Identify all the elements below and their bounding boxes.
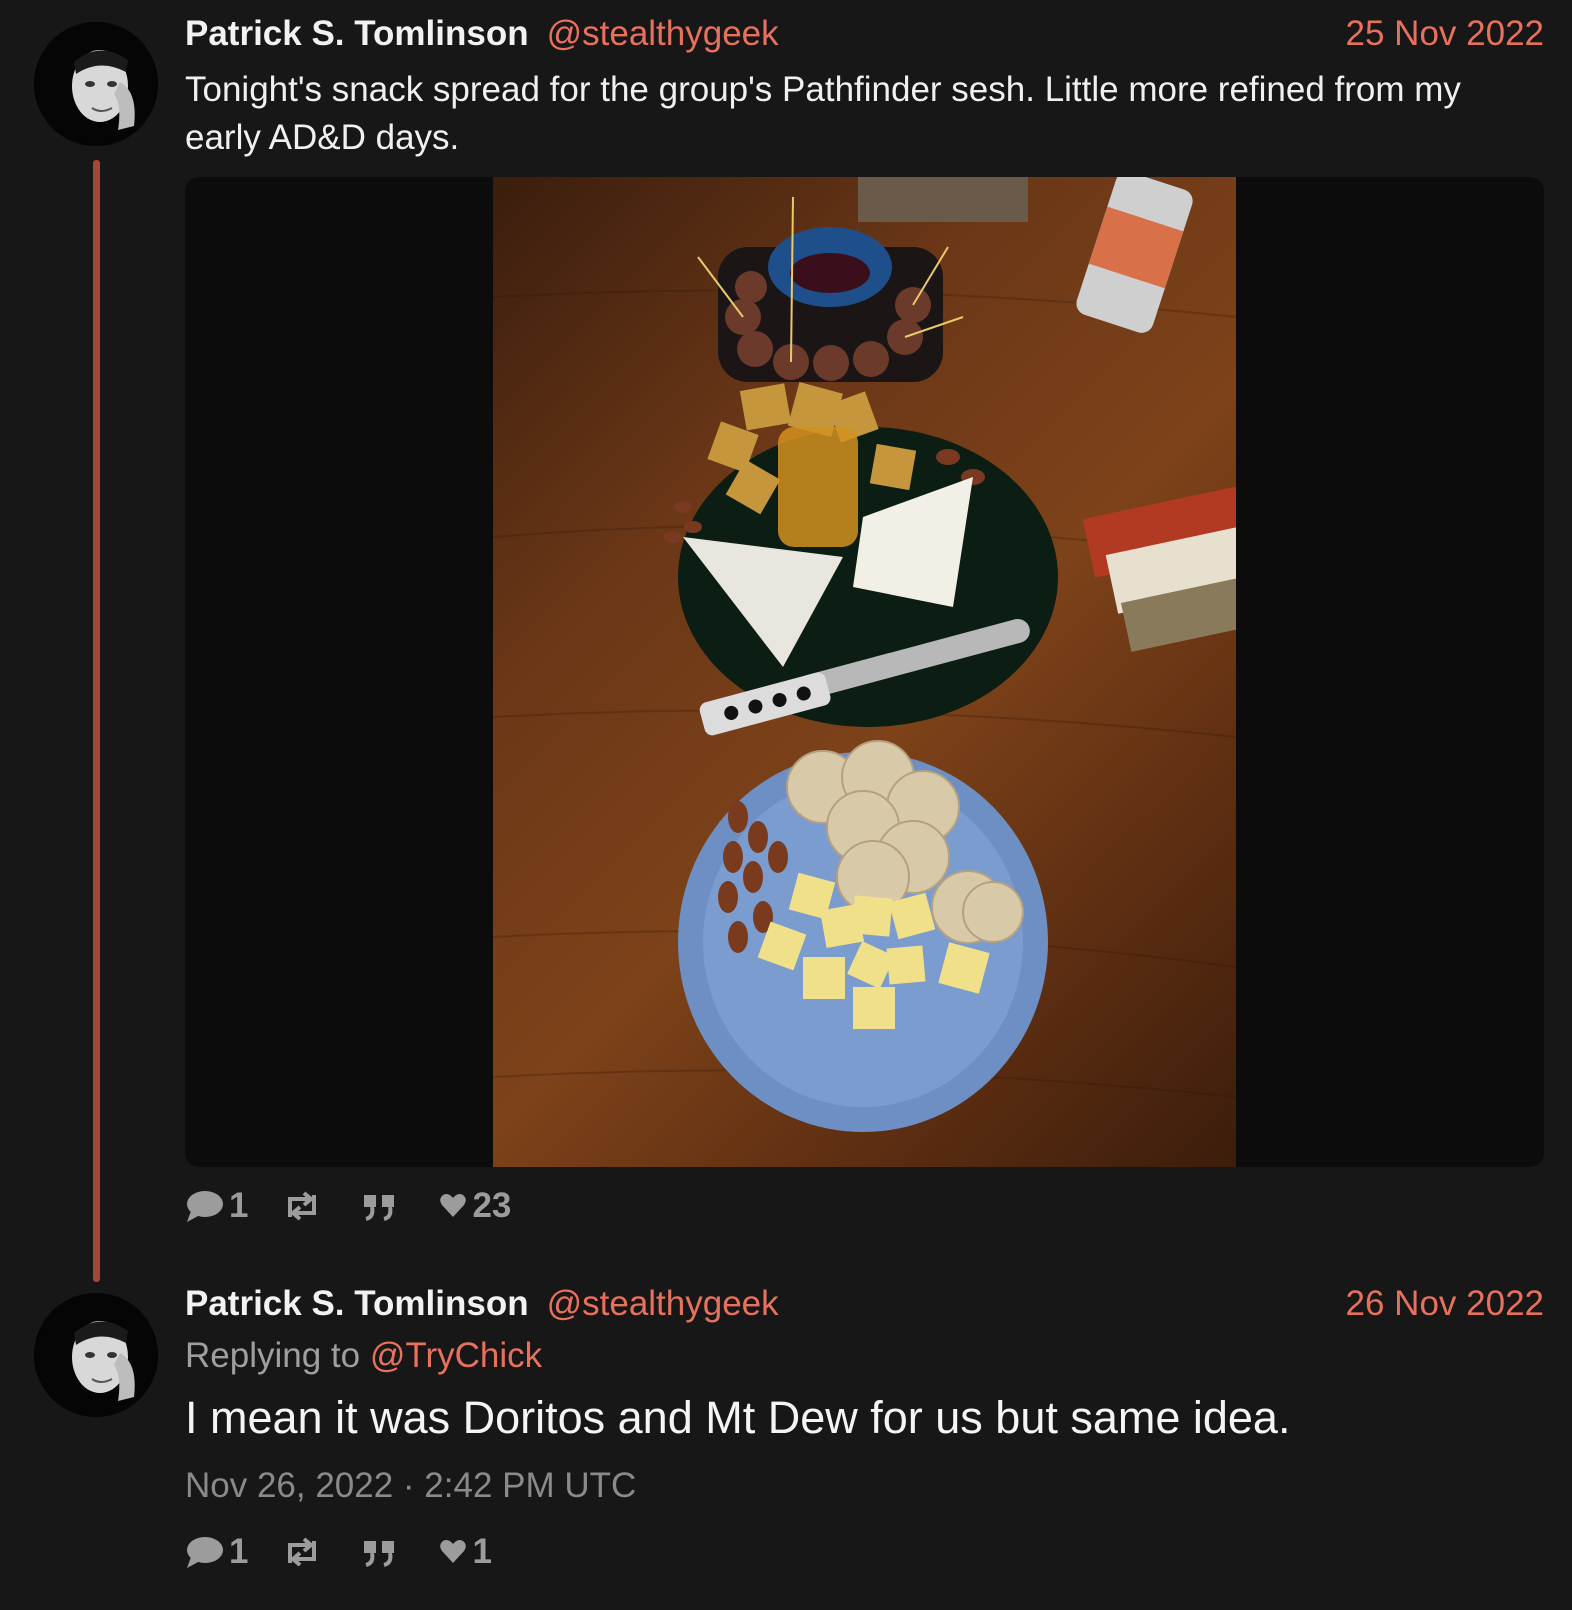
snack-photo[interactable] <box>492 177 1308 1167</box>
tweet-stats: 1 1 <box>185 1532 526 1572</box>
replying-label: Replying to <box>185 1336 361 1375</box>
retweet-stat[interactable] <box>282 1535 326 1569</box>
comment-icon <box>187 1537 223 1568</box>
like-stat[interactable]: 23 <box>438 1186 511 1226</box>
avatar[interactable] <box>34 22 158 146</box>
quote-icon <box>364 1195 395 1221</box>
tweet-media[interactable] <box>185 177 1544 1167</box>
username[interactable]: @stealthygeek <box>547 14 779 54</box>
like-count: 23 <box>472 1186 512 1225</box>
tweet-header: Patrick S. Tomlinson @stealthygeek 26 No… <box>185 1284 1544 1328</box>
tweet-stats: 1 23 <box>185 1186 545 1226</box>
fullname[interactable]: Patrick S. Tomlinson <box>185 14 529 54</box>
avatar-image <box>34 1293 158 1417</box>
tweet-header: Patrick S. Tomlinson @stealthygeek 25 No… <box>185 14 1544 58</box>
replying-to: Replying to @TryChick <box>185 1336 542 1376</box>
comment-stat[interactable]: 1 <box>185 1532 248 1572</box>
tweet-content: Tonight's snack spread for the group's P… <box>185 70 1461 157</box>
heart-icon <box>440 1540 467 1563</box>
retweet-stat[interactable] <box>282 1189 326 1223</box>
retweet-icon <box>288 1191 317 1221</box>
fullname[interactable]: Patrick S. Tomlinson <box>185 1284 529 1324</box>
tweet-timestamp[interactable]: Nov 26, 2022 · 2:42 PM UTC <box>185 1466 636 1506</box>
thread-line <box>93 160 100 1282</box>
snack-photo-illustration <box>492 177 1308 1132</box>
like-count: 1 <box>472 1532 492 1571</box>
comment-count: 1 <box>229 1532 249 1571</box>
comment-icon <box>187 1191 223 1222</box>
tweet[interactable]: Patrick S. Tomlinson @stealthygeek 25 No… <box>0 0 1572 1282</box>
tweet-date[interactable]: 25 Nov 2022 <box>1346 14 1544 54</box>
like-stat[interactable]: 1 <box>438 1532 492 1572</box>
quote-stat[interactable] <box>360 1189 404 1223</box>
comment-stat[interactable]: 1 <box>185 1186 248 1226</box>
reply-mention[interactable]: @TryChick <box>370 1336 542 1375</box>
avatar-image <box>34 22 158 146</box>
avatar[interactable] <box>34 1293 158 1417</box>
tweet[interactable]: Patrick S. Tomlinson @stealthygeek 26 No… <box>0 1268 1572 1610</box>
retweet-icon <box>288 1537 317 1567</box>
tweet-content: I mean it was Doritos and Mt Dew for us … <box>185 1392 1291 1443</box>
quote-stat[interactable] <box>360 1535 404 1569</box>
username[interactable]: @stealthygeek <box>547 1284 779 1324</box>
heart-icon <box>440 1194 467 1217</box>
comment-count: 1 <box>229 1186 249 1225</box>
tweet-date[interactable]: 26 Nov 2022 <box>1346 1284 1544 1324</box>
quote-icon <box>364 1541 395 1567</box>
